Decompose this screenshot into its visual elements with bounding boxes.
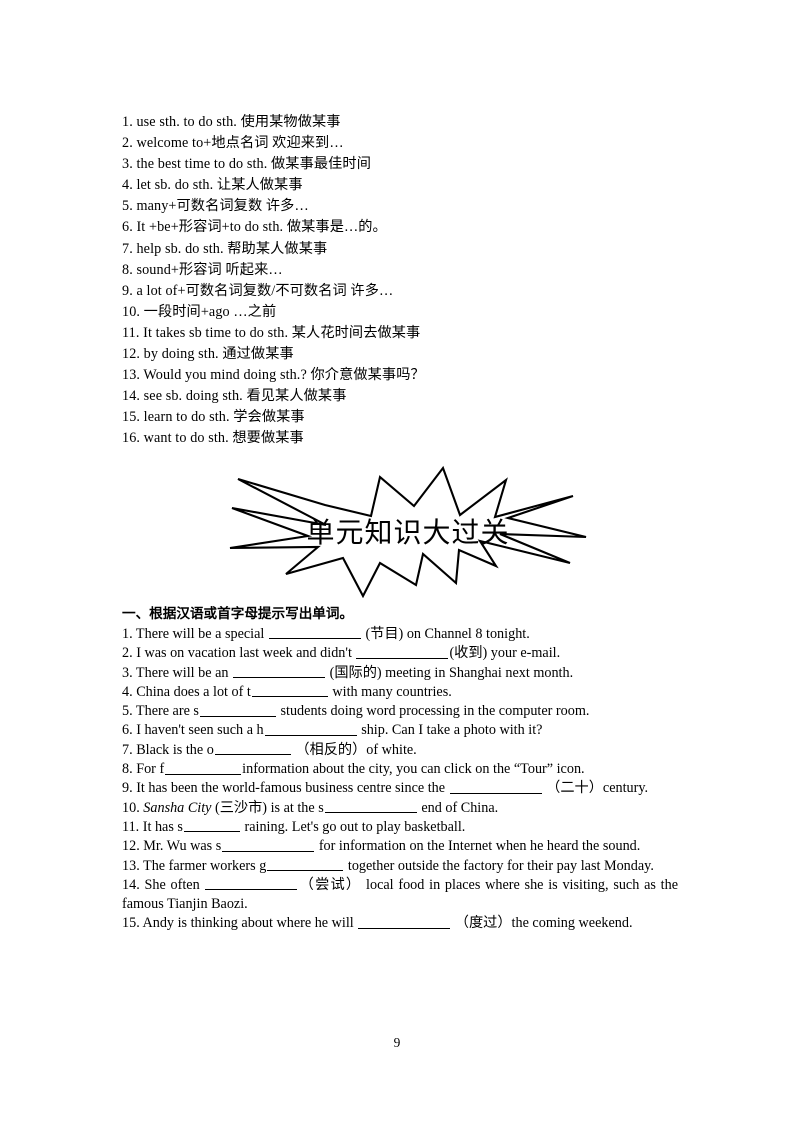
page-number: 9 [393, 1035, 401, 1050]
question-text: (三沙市) is at the s [211, 799, 324, 816]
question-item: 13. The farmer workers g together outsid… [122, 857, 678, 876]
phrase-line: 10. 一段时间+ago …之前 [122, 303, 277, 320]
answer-blank[interactable] [268, 625, 361, 640]
question-list: 1. There will be a special (节目) on Chann… [122, 625, 678, 934]
phrase-line: 1. use sth. to do sth. 使用某物做某事 [122, 114, 341, 130]
answer-blank[interactable] [324, 799, 417, 814]
answer-blank[interactable] [264, 721, 357, 736]
question-text: 14. She often [122, 876, 205, 893]
question-text: 15. Andy is thinking about where he will [122, 915, 358, 932]
phrase-line: 5. many+可数名词复数 许多… [122, 198, 309, 215]
question-text: end of China. [417, 799, 499, 816]
answer-blank[interactable] [233, 664, 326, 679]
phrase-line: 8. sound+形容词 听起来… [122, 261, 283, 278]
phrase-line: 7. help sb. do sth. 帮助某人做某事 [122, 240, 328, 257]
answer-blank[interactable] [358, 914, 451, 929]
phrase-line: 4. let sb. do sth. 让某人做某事 [122, 177, 303, 194]
question-text: 8. For f [122, 761, 165, 778]
answer-blank[interactable] [356, 644, 449, 659]
question-text: 3. There will be an [122, 664, 233, 681]
question-text: with many countries. [328, 683, 452, 700]
question-item: 9. It has been the world-famous business… [122, 779, 678, 798]
question-item: 5. There are s students doing word proce… [122, 702, 678, 721]
answer-blank[interactable] [199, 702, 276, 717]
phrase-line: 12. by doing sth. 通过做某事 [122, 346, 294, 363]
phrase-line: 3. the best time to do sth. 做某事最佳时间 [122, 156, 372, 173]
banner-title: 单元知识大过关 [306, 516, 510, 549]
question-text: （度过）the coming weekend. [451, 915, 633, 932]
question-text: (节目) on Channel 8 tonight. [361, 626, 530, 642]
question-text: 13. The farmer workers g [122, 857, 267, 874]
question-text: 1. There will be a special [122, 626, 268, 642]
banner-title-wrap: 单元知识大过关 [228, 462, 588, 598]
document-page: 1. use sth. to do sth. 使用某物做某事 2. welcome… [0, 0, 794, 1123]
question-item: 2. I was on vacation last week and didn'… [122, 644, 678, 663]
phrase-list: 1. use sth. to do sth. 使用某物做某事 2. welcome… [122, 112, 682, 450]
answer-blank[interactable] [222, 837, 315, 852]
answer-blank[interactable] [183, 818, 240, 833]
phrase-line: 11. It takes sb time to do sth. 某人花时间去做某… [122, 324, 421, 341]
question-item: 10. Sansha City (三沙市) is at the s end of… [122, 799, 678, 818]
emphasis-text: Sansha City [143, 799, 212, 816]
question-text: (国际的) meeting in Shanghai next month. [326, 664, 574, 681]
question-item: 8. For f information about the city, you… [122, 760, 678, 779]
question-text: 10. [122, 799, 144, 816]
question-text: information about the city, you can clic… [242, 761, 585, 778]
question-text: 5. There are s [122, 703, 199, 720]
question-item: 15. Andy is thinking about where he will… [122, 914, 678, 933]
question-item: 6. I haven't seen such a h ship. Can I t… [122, 721, 678, 740]
question-text: (收到) your e-mail. [449, 645, 561, 662]
question-item: 14. She often （尝试） local food in places … [122, 876, 678, 915]
phrase-line: 16. want to do sth. 想要做某事 [122, 430, 304, 447]
answer-blank[interactable] [449, 779, 542, 794]
question-text: ship. Can I take a photo with it? [357, 722, 543, 739]
question-text: 4. China does a lot of t [122, 683, 251, 700]
section-heading: 一、根据汉语或首字母提示写出单词。 [122, 606, 354, 622]
phrase-line: 15. learn to do sth. 学会做某事 [122, 409, 305, 426]
question-text: raining. Let's go out to play basketball… [240, 818, 466, 835]
phrase-line: 14. see sb. doing sth. 看见某人做某事 [122, 388, 347, 405]
question-item: 11. It has s raining. Let's go out to pl… [122, 818, 678, 837]
answer-blank[interactable] [205, 876, 298, 891]
question-item: 3. There will be an (国际的) meeting in Sha… [122, 664, 678, 683]
question-text: （相反的）of white. [291, 741, 417, 758]
question-text: 2. I was on vacation last week and didn'… [122, 645, 356, 662]
exercise-section: 一、根据汉语或首字母提示写出单词。 1. There will be a spe… [122, 605, 678, 934]
question-item: 1. There will be a special (节目) on Chann… [122, 625, 678, 644]
question-text: 6. I haven't seen such a h [122, 722, 264, 739]
starburst-banner: 单元知识大过关 [228, 462, 588, 598]
question-text: （二十）century. [542, 780, 649, 797]
phrase-line: 13. Would you mind doing sth.? 你介意做某事吗？ [122, 367, 425, 384]
phrase-line: 9. a lot of+可数名词复数/不可数名词 许多… [122, 282, 394, 299]
question-text: students doing word processing in the co… [276, 703, 590, 720]
answer-blank[interactable] [214, 741, 291, 756]
question-item: 7. Black is the o （相反的）of white. [122, 741, 678, 760]
question-item: 4. China does a lot of t with many count… [122, 683, 678, 702]
question-text: 9. It has been the world-famous business… [122, 780, 449, 797]
answer-blank[interactable] [251, 683, 328, 698]
question-item: 12. Mr. Wu was s for information on the … [122, 837, 678, 856]
answer-blank[interactable] [267, 857, 344, 872]
phrase-line: 2. welcome to+地点名词 欢迎来到… [122, 135, 344, 152]
question-text: 12. Mr. Wu was s [122, 838, 222, 855]
phrase-line: 6. It +be+形容词+to do sth. 做某事是…的。 [122, 219, 387, 236]
question-text: together outside the factory for their p… [344, 857, 654, 874]
question-text: 7. Black is the o [122, 741, 214, 758]
question-text: 11. It has s [122, 818, 183, 835]
answer-blank[interactable] [165, 760, 242, 775]
question-text: for information on the Internet when he … [315, 838, 641, 855]
